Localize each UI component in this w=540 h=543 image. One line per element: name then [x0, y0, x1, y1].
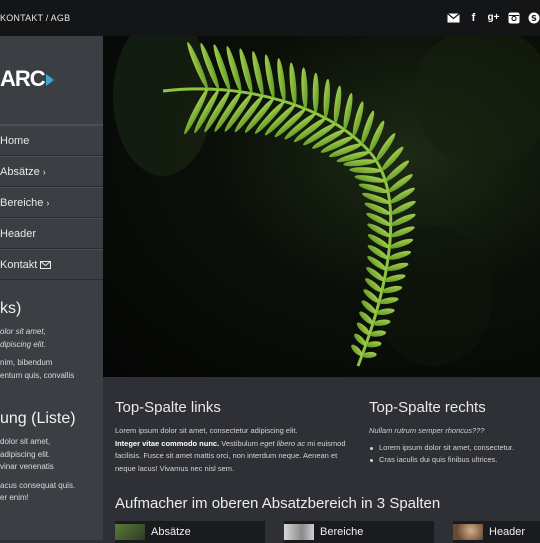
- widget-text: entum quis, convallis: [0, 370, 75, 380]
- logo-area: ARC: [0, 36, 103, 124]
- sidebar-item-kontakt[interactable]: Kontakt: [0, 249, 103, 280]
- sidebar-item-absaetze[interactable]: Absätze ›: [0, 156, 103, 187]
- logo-arrow-icon: [45, 74, 54, 87]
- facebook-icon[interactable]: f: [467, 11, 480, 24]
- bold-text: Integer vitae commodo nunc.: [115, 438, 220, 448]
- column-title-left: Top-Spalte links: [115, 399, 221, 416]
- envelope-icon: [40, 260, 52, 269]
- fern-image: [113, 36, 540, 367]
- sidebar-item-home[interactable]: Home: [0, 125, 103, 156]
- widget-text: nim, bibendum: [0, 358, 53, 367]
- widget-text: acus consequat quis.: [0, 480, 76, 490]
- sidebar: ARC Home Absätze › Bereiche › Header Konta…: [0, 36, 103, 540]
- fern-leaflet: [349, 167, 382, 174]
- social-icons: f g+ S: [447, 11, 540, 24]
- column-subtitle: Nullam rutrum semper rhoncus???: [369, 426, 485, 435]
- nav-label: Bereiche: [0, 196, 44, 209]
- nav-label: Header: [0, 227, 37, 240]
- instagram-icon[interactable]: [507, 11, 520, 24]
- svg-text:S: S: [531, 14, 537, 23]
- google-plus-icon[interactable]: g+: [487, 11, 500, 24]
- widget-title: ks): [0, 300, 22, 317]
- skype-icon[interactable]: S: [527, 11, 540, 24]
- fern-leaflet: [354, 333, 367, 346]
- fern-leaflet: [358, 183, 389, 194]
- sidebar-item-bereiche[interactable]: Bereiche ›: [0, 187, 103, 218]
- chevron-right-icon: ›: [46, 197, 50, 208]
- widget-text: vinar venenatis: [0, 462, 54, 471]
- list-item: Lorem ipsum dolor sit amet, consectetur.: [369, 442, 539, 454]
- italic-text: eget libero ac: [260, 438, 306, 448]
- nav-label: Home: [0, 134, 30, 147]
- sidebar-widget-2: ung (Liste) dolor sit amet, adipiscing e…: [0, 410, 103, 505]
- column-text-left: Lorem ipsum dolor sit amet, consectetur …: [115, 425, 353, 475]
- widget-text: adipiscing elit.: [0, 449, 51, 459]
- logo[interactable]: ARC: [0, 66, 54, 92]
- top-bar: KONTAKT / AGB f g+ S: [0, 0, 540, 36]
- card-thumbnail: [453, 524, 483, 540]
- fern-leaflet: [323, 78, 330, 119]
- widget-title: ung (Liste): [0, 410, 76, 427]
- text: Lorem ipsum dolor sit amet, consectetur …: [115, 426, 298, 435]
- fern-leaflet: [289, 62, 297, 105]
- fern-leaflet: [312, 72, 319, 114]
- fern-leaflet: [301, 67, 308, 109]
- sidebar-nav: Home Absätze › Bereiche › Header Kontakt: [0, 124, 103, 280]
- card-label: Header: [489, 526, 526, 538]
- content-area: Top-Spalte links Lorem ipsum dolor sit a…: [103, 377, 540, 543]
- widget-text: er enim!: [0, 493, 29, 502]
- column-title-right: Top-Spalte rechts: [369, 399, 486, 416]
- mail-icon[interactable]: [447, 11, 460, 24]
- chevron-right-icon: ›: [42, 166, 46, 177]
- fern-leaflet: [351, 344, 363, 356]
- nav-label: Kontakt: [0, 258, 38, 271]
- hero-image: [103, 36, 540, 377]
- card-thumbnail: [115, 524, 145, 540]
- card-label: Absätze: [151, 526, 191, 538]
- widget-text: dipiscing elit.: [0, 339, 46, 349]
- fern-leaflet: [354, 175, 386, 183]
- fern-leaflet: [343, 93, 353, 130]
- widget-text: dolor sit amet,: [0, 437, 51, 446]
- fern-leaflet: [264, 54, 275, 99]
- fern-leaflet: [333, 85, 342, 124]
- section-title: Aufmacher im oberen Absatzbereich in 3 S…: [115, 495, 441, 512]
- column-right: Nullam rutrum semper rhoncus??? Lorem ip…: [369, 426, 539, 466]
- top-links[interactable]: KONTAKT / AGB: [0, 13, 70, 23]
- bullet-list: Lorem ipsum dolor sit amet, consectetur.…: [369, 442, 539, 466]
- list-item: Cras iaculis dui quis finibus ultrices.: [369, 454, 539, 466]
- text: Vestibulum: [219, 438, 261, 448]
- nav-label: Absätze: [0, 165, 40, 178]
- card-label: Bereiche: [320, 526, 364, 538]
- card-thumbnail: [284, 524, 314, 540]
- sidebar-item-header[interactable]: Header: [0, 218, 103, 249]
- widget-text: olor sit amet,: [0, 327, 46, 336]
- sidebar-widget-1: ks) olor sit amet, dipiscing elit. nim, …: [0, 300, 103, 382]
- fern-leaflet: [277, 58, 286, 102]
